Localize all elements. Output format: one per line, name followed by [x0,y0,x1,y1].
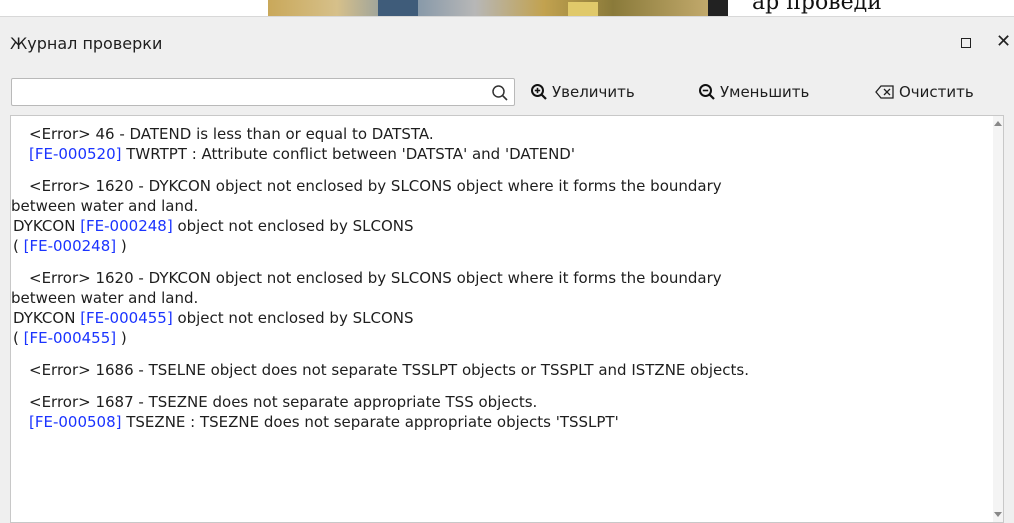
related-line: ( [FE-000248] ) [11,236,997,256]
background-text: ар проведи [752,0,882,15]
log-entry: <Error> 1620 - DYKCON object not enclose… [11,176,997,256]
panel-titlebar: Журнал проверки ✕ [0,17,1014,71]
detail-text: object not enclosed by SLCONS [172,309,414,327]
detail-line: DYKCON [FE-000248] object not enclosed b… [11,216,997,236]
scroll-down-arrow-icon[interactable] [994,510,1002,518]
search-field[interactable] [11,78,515,106]
log-entry: <Error> 1620 - DYKCON object not enclose… [11,268,997,348]
paren-close: ) [116,237,127,255]
panel-title: Журнал проверки [10,34,163,53]
feature-link[interactable]: [FE-000455] [80,309,172,327]
zoom-out-label: Уменьшить [720,83,810,101]
related-feature-link[interactable]: [FE-000248] [24,237,116,255]
error-message-cont: between water and land. [11,289,199,307]
clear-icon [875,85,894,99]
related-feature-link[interactable]: [FE-000455] [24,329,116,347]
search-icon[interactable] [490,83,510,103]
feature-link[interactable]: [FE-000248] [80,217,172,235]
zoom-in-button[interactable]: Увеличить [530,78,635,106]
zoom-in-icon [531,84,547,100]
error-message: <Error> 1620 - DYKCON object not enclose… [29,269,722,287]
validation-log-panel: Журнал проверки ✕ Увеличить Уменьшить Оч… [0,16,1014,523]
clear-label: Очистить [899,83,974,101]
paren-close: ) [116,329,127,347]
restore-icon [961,38,971,48]
error-message: <Error> 46 - DATEND is less than or equa… [29,125,434,143]
detail-text: object not enclosed by SLCONS [172,217,414,235]
vertical-scrollbar[interactable] [993,116,1003,522]
search-input[interactable] [16,82,480,104]
zoom-out-icon [699,84,715,100]
feature-link[interactable]: [FE-000508] [29,413,121,431]
paren-open: ( [13,237,24,255]
detail-line: DYKCON [FE-000455] object not enclosed b… [11,308,997,328]
background-window: ар проведи [0,0,1014,16]
error-message-cont: between water and land. [11,197,199,215]
float-panel-button[interactable] [960,37,972,49]
zoom-out-button[interactable]: Уменьшить [698,78,809,106]
error-message: <Error> 1687 - TSEZNE does not separate … [29,393,538,411]
log-output[interactable]: <Error> 46 - DATEND is less than or equa… [10,115,1004,523]
object-prefix: DYKCON [13,217,81,235]
log-toolbar: Увеличить Уменьшить Очистить [0,76,1014,108]
paren-open: ( [13,329,24,347]
related-line: ( [FE-000455] ) [11,328,997,348]
object-prefix: DYKCON [13,309,81,327]
log-content: <Error> 46 - DATEND is less than or equa… [11,124,997,444]
close-icon: ✕ [996,31,1012,52]
log-entry: <Error> 1686 - TSELNE object does not se… [11,360,997,380]
error-message: <Error> 1620 - DYKCON object not enclose… [29,177,722,195]
detail-line: [FE-000520] TWRTPT : Attribute conflict … [11,144,997,164]
zoom-in-label: Увеличить [552,83,635,101]
detail-text: TSEZNE : TSEZNE does not separate approp… [121,413,619,431]
detail-text: TWRTPT : Attribute conflict between 'DAT… [121,145,575,163]
feature-link[interactable]: [FE-000520] [29,145,121,163]
close-panel-button[interactable]: ✕ [996,31,1014,53]
log-entry: <Error> 1687 - TSEZNE does not separate … [11,392,997,432]
detail-line: [FE-000508] TSEZNE : TSEZNE does not sep… [11,412,997,432]
log-entry: <Error> 46 - DATEND is less than or equa… [11,124,997,164]
error-message: <Error> 1686 - TSELNE object does not se… [29,361,749,379]
clear-button[interactable]: Очистить [875,78,974,106]
background-map [268,0,728,16]
scroll-up-arrow-icon[interactable] [994,120,1002,128]
